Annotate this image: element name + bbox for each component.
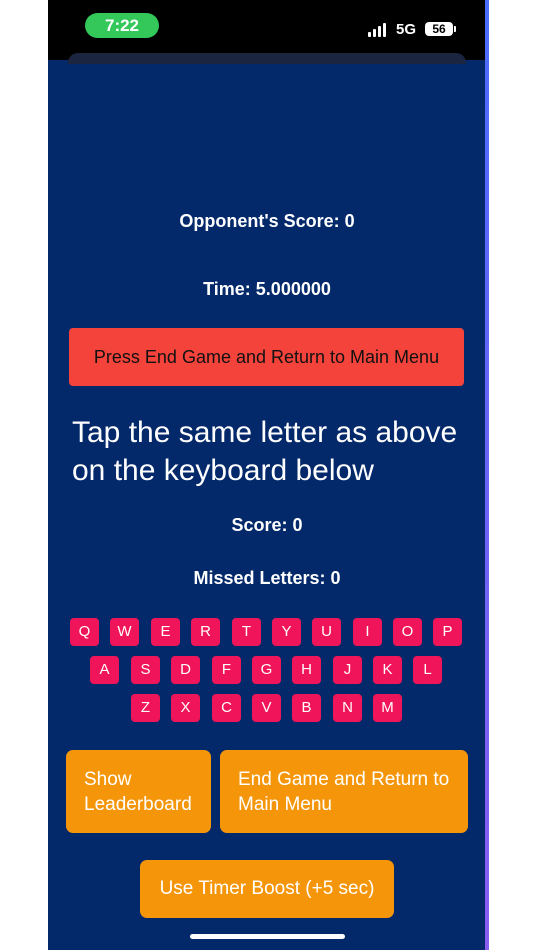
key-j[interactable]: J (333, 656, 362, 684)
key-t[interactable]: T (232, 618, 261, 646)
show-leaderboard-button[interactable]: Show Leaderboard (66, 750, 211, 833)
cellular-signal-icon (368, 23, 388, 37)
status-time[interactable]: 7:22 (85, 13, 159, 38)
opponent-score: Opponent's Score: 0 (179, 211, 355, 231)
timer-readout: Time: 5.000000 (203, 279, 331, 299)
battery-icon: 56 (425, 22, 453, 36)
key-b[interactable]: B (292, 694, 321, 722)
battery-tip (454, 26, 456, 32)
key-m[interactable]: M (373, 694, 402, 722)
key-s[interactable]: S (131, 656, 160, 684)
key-f[interactable]: F (212, 656, 241, 684)
key-p[interactable]: P (433, 618, 462, 646)
key-k[interactable]: K (373, 656, 402, 684)
key-g[interactable]: G (252, 656, 281, 684)
key-c[interactable]: C (212, 694, 241, 722)
score: Score: 0 (231, 515, 303, 535)
key-u[interactable]: U (312, 618, 341, 646)
window-edge (485, 0, 489, 950)
key-q[interactable]: Q (70, 618, 99, 646)
key-l[interactable]: L (413, 656, 442, 684)
key-e[interactable]: E (151, 618, 180, 646)
key-n[interactable]: N (333, 694, 362, 722)
key-x[interactable]: X (171, 694, 200, 722)
key-h[interactable]: H (292, 656, 321, 684)
key-i[interactable]: I (353, 618, 382, 646)
missed-letters: Missed Letters: 0 (193, 568, 341, 588)
key-z[interactable]: Z (131, 694, 160, 722)
timer-boost-button[interactable]: Use Timer Boost (+5 sec) (140, 860, 394, 918)
end-game-banner: Press End Game and Return to Main Menu (69, 328, 464, 386)
key-d[interactable]: D (171, 656, 200, 684)
end-game-button[interactable]: End Game and Return to Main Menu (220, 750, 468, 833)
key-v[interactable]: V (252, 694, 281, 722)
key-r[interactable]: R (191, 618, 220, 646)
key-a[interactable]: A (90, 656, 119, 684)
status-bar: 7:22 5G 56 (48, 0, 486, 60)
home-indicator[interactable] (190, 934, 345, 939)
key-w[interactable]: W (110, 618, 139, 646)
key-o[interactable]: O (393, 618, 422, 646)
key-y[interactable]: Y (272, 618, 301, 646)
app-screen: 7:22 5G 56 Opponent's Score: 0 Time: 5.0… (48, 0, 486, 950)
instruction-text: Tap the same letter as above on the keyb… (72, 416, 458, 487)
network-type: 5G (396, 21, 417, 38)
